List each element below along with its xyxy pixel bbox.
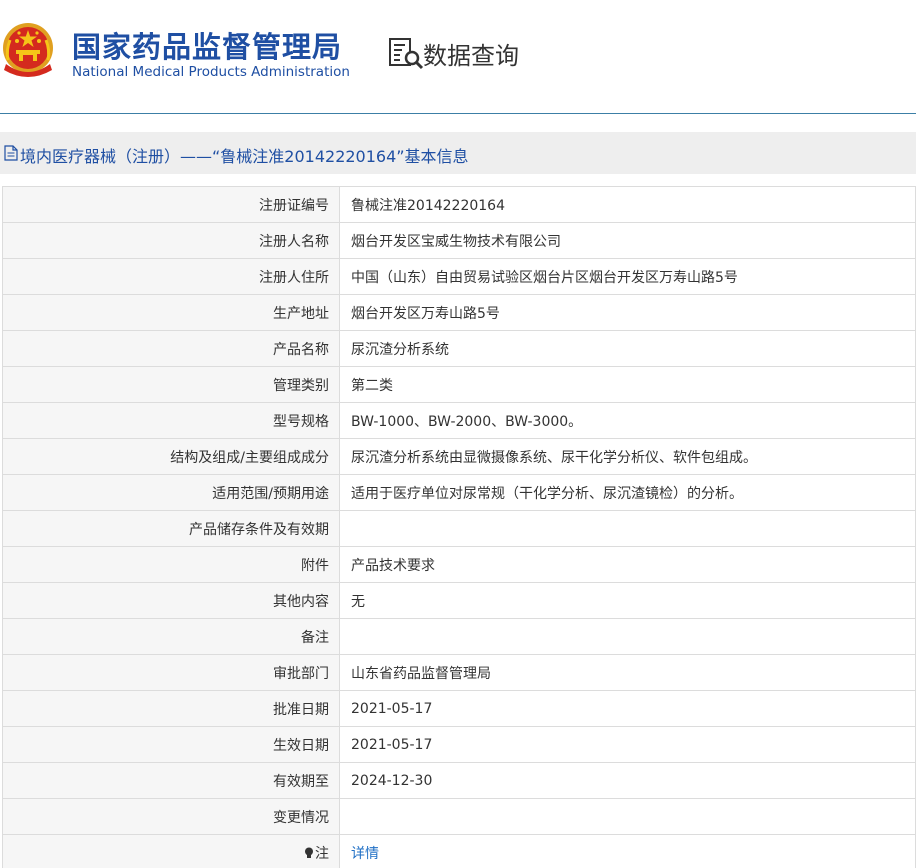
note-value-cell: 详情 <box>339 834 916 868</box>
row-value: 尿沉渣分析系统由显微摄像系统、尿干化学分析仪、软件包组成。 <box>339 438 916 475</box>
data-search-link[interactable]: 数据查询 <box>423 36 519 71</box>
row-value: 2021-05-17 <box>339 690 916 727</box>
row-label: 型号规格 <box>2 402 340 439</box>
table-row: 管理类别 第二类 <box>2 366 916 403</box>
row-value: 中国（山东）自由贸易试验区烟台片区烟台开发区万寿山路5号 <box>339 258 916 295</box>
table-row: 结构及组成/主要组成成分 尿沉渣分析系统由显微摄像系统、尿干化学分析仪、软件包组… <box>2 438 916 475</box>
row-value <box>339 510 916 547</box>
row-label: 附件 <box>2 546 340 583</box>
page: 国家药品监督管理局 National Medical Products Admi… <box>0 0 916 868</box>
row-value: 烟台开发区宝威生物技术有限公司 <box>339 222 916 259</box>
brand-title-en[interactable]: National Medical Products Administration <box>72 64 350 80</box>
row-label: 适用范围/预期用途 <box>2 474 340 511</box>
row-label: 管理类别 <box>2 366 340 403</box>
table-row: 变更情况 <box>2 798 916 835</box>
row-label: 注册证编号 <box>2 186 340 223</box>
document-icon <box>4 145 18 161</box>
row-value: 第二类 <box>339 366 916 403</box>
row-value: 适用于医疗单位对尿常规（干化学分析、尿沉渣镜检）的分析。 <box>339 474 916 511</box>
site-header: 国家药品监督管理局 National Medical Products Admi… <box>0 0 916 114</box>
row-label: 结构及组成/主要组成成分 <box>2 438 340 475</box>
row-value: 烟台开发区万寿山路5号 <box>339 294 916 331</box>
row-value <box>339 618 916 655</box>
row-label: 注册人住所 <box>2 258 340 295</box>
table-row: 审批部门 山东省药品监督管理局 <box>2 654 916 691</box>
table-row: 有效期至 2024-12-30 <box>2 762 916 799</box>
table-row: 适用范围/预期用途 适用于医疗单位对尿常规（干化学分析、尿沉渣镜检）的分析。 <box>2 474 916 511</box>
row-value: 山东省药品监督管理局 <box>339 654 916 691</box>
table-row: 批准日期 2021-05-17 <box>2 690 916 727</box>
row-label: 产品储存条件及有效期 <box>2 510 340 547</box>
details-link[interactable]: 详情 <box>351 846 379 862</box>
row-label: 有效期至 <box>2 762 340 799</box>
note-label: 注 <box>315 845 329 862</box>
header-divider <box>0 113 916 114</box>
table-row: 生产地址 烟台开发区万寿山路5号 <box>2 294 916 331</box>
row-label: 备注 <box>2 618 340 655</box>
row-label: 生产地址 <box>2 294 340 331</box>
row-value: 2021-05-17 <box>339 726 916 763</box>
row-value: 鲁械注准20142220164 <box>339 186 916 223</box>
note-label-cell: 注 <box>2 834 340 868</box>
detail-title: 境内医疗器械（注册）——“鲁械注准20142220164”基本信息 <box>20 147 469 166</box>
table-row-note: 注 详情 <box>2 834 916 868</box>
row-label: 产品名称 <box>2 330 340 367</box>
row-value: 无 <box>339 582 916 619</box>
national-emblem-icon <box>3 23 53 77</box>
table-row: 注册证编号 鲁械注准20142220164 <box>2 186 916 223</box>
table-row: 注册人住所 中国（山东）自由贸易试验区烟台片区烟台开发区万寿山路5号 <box>2 258 916 295</box>
brand-title-cn[interactable]: 国家药品监督管理局 <box>72 24 342 66</box>
row-value: 尿沉渣分析系统 <box>339 330 916 367</box>
detail-title-bar: 境内医疗器械（注册）——“鲁械注准20142220164”基本信息 <box>0 132 916 174</box>
row-value <box>339 798 916 835</box>
table-row: 生效日期 2021-05-17 <box>2 726 916 763</box>
table-row: 附件 产品技术要求 <box>2 546 916 583</box>
row-label: 批准日期 <box>2 690 340 727</box>
data-search-icon[interactable] <box>388 37 424 71</box>
row-label: 注册人名称 <box>2 222 340 259</box>
row-value: BW-1000、BW-2000、BW-3000。 <box>339 402 916 439</box>
device-info-table: 注册证编号 鲁械注准20142220164 注册人名称 烟台开发区宝威生物技术有… <box>2 186 916 868</box>
table-row: 注册人名称 烟台开发区宝威生物技术有限公司 <box>2 222 916 259</box>
row-label: 其他内容 <box>2 582 340 619</box>
table-row: 型号规格 BW-1000、BW-2000、BW-3000。 <box>2 402 916 439</box>
row-value: 产品技术要求 <box>339 546 916 583</box>
table-row: 备注 <box>2 618 916 655</box>
lightbulb-icon <box>305 847 313 858</box>
table-row: 产品储存条件及有效期 <box>2 510 916 547</box>
table-row: 产品名称 尿沉渣分析系统 <box>2 330 916 367</box>
row-label: 审批部门 <box>2 654 340 691</box>
row-label: 生效日期 <box>2 726 340 763</box>
table-row: 其他内容 无 <box>2 582 916 619</box>
row-value: 2024-12-30 <box>339 762 916 799</box>
row-label: 变更情况 <box>2 798 340 835</box>
